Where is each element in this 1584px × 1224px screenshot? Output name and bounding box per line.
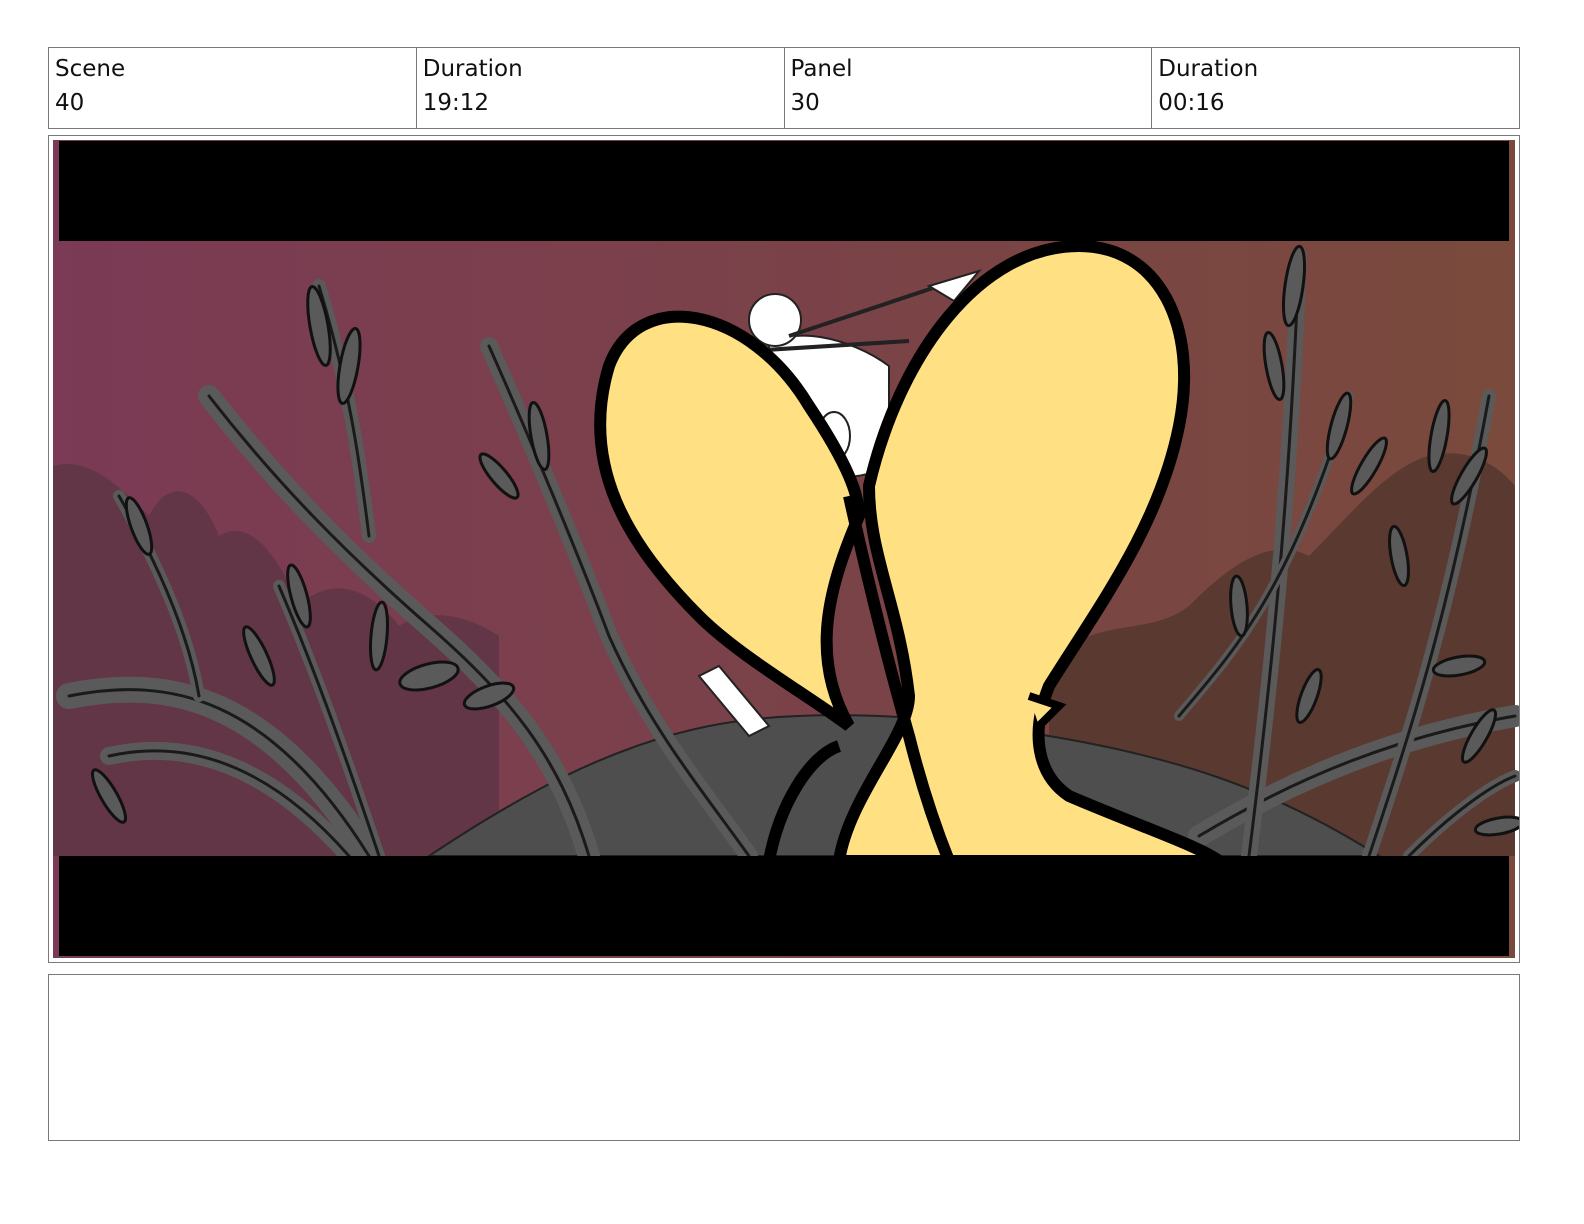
panel-duration-value: 00:16 xyxy=(1158,90,1225,116)
panel-duration-cell: Duration 00:16 xyxy=(1152,48,1519,128)
panel-cell: Panel 30 xyxy=(785,48,1153,128)
panel-number: 30 xyxy=(790,90,820,116)
letterbox-bottom xyxy=(59,856,1509,956)
panel-label: Panel xyxy=(790,56,853,82)
scene-cell: Scene 40 xyxy=(49,48,417,128)
panel-duration-label: Duration xyxy=(1158,56,1259,82)
scene-duration-cell: Duration 19:12 xyxy=(417,48,785,128)
storyboard-panel-image xyxy=(48,135,1520,963)
scene-duration-value: 19:12 xyxy=(422,90,490,116)
scene-number: 40 xyxy=(55,90,85,116)
storyboard-drawing xyxy=(53,140,1519,958)
scene-label: Scene xyxy=(55,56,126,82)
letterbox-top xyxy=(59,141,1509,241)
panel-notes-box[interactable] xyxy=(48,974,1520,1141)
scene-duration-label: Duration xyxy=(422,56,523,82)
panel-info-header: Scene 40 Duration 19:12 Panel 30 Duratio… xyxy=(48,47,1520,129)
